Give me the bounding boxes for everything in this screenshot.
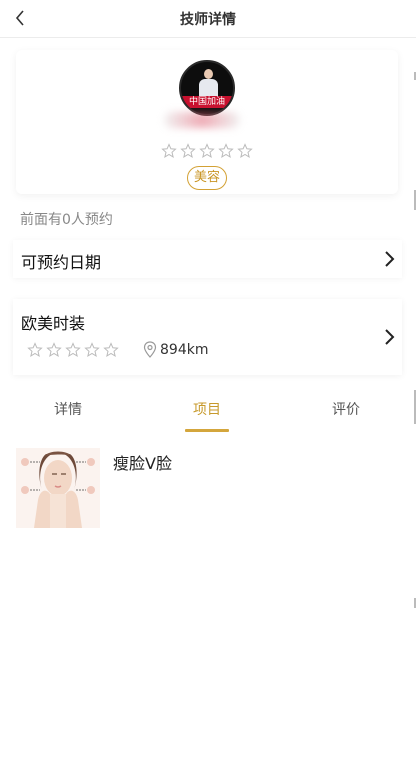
star-icon [237, 143, 253, 158]
nav-bar: 技师详情 [0, 0, 416, 38]
star-icon [180, 143, 196, 158]
star-icon [218, 143, 234, 158]
queue-status: 前面有0人预约 [20, 212, 113, 228]
distance-value: 894km [160, 341, 209, 358]
tab-reviews[interactable]: 评价 [332, 399, 360, 419]
star-icon [27, 342, 43, 357]
blurred-technician-name [164, 112, 240, 128]
shop-card[interactable]: 欧美时装 894km [13, 299, 402, 375]
avatar-figure-head [204, 69, 213, 79]
project-item[interactable]: 瘦脸V脸 [16, 448, 396, 528]
location-pin-icon [143, 341, 157, 358]
face-illustration [16, 448, 100, 528]
chevron-right-icon [385, 329, 395, 345]
star-icon [84, 342, 100, 357]
avatar[interactable]: 中国加油 [179, 60, 235, 116]
star-icon [199, 143, 215, 158]
tab-bar: 详情 项目 评价 [0, 395, 416, 433]
avatar-banner: 中国加油 [181, 96, 233, 108]
active-tab-indicator [185, 429, 229, 432]
available-dates-row[interactable]: 可预约日期 [13, 240, 402, 278]
project-name: 瘦脸V脸 [113, 454, 172, 473]
technician-profile-card: 中国加油 美容 [16, 50, 398, 194]
shop-distance: 894km [143, 341, 208, 358]
technician-rating [161, 143, 253, 159]
tab-details[interactable]: 详情 [54, 399, 82, 419]
chevron-right-icon [385, 251, 395, 267]
shop-rating [27, 342, 119, 358]
category-badge: 美容 [187, 166, 227, 190]
shop-name: 欧美时装 [21, 314, 86, 333]
project-thumbnail [16, 448, 100, 528]
page-title: 技师详情 [180, 12, 236, 28]
star-icon [161, 143, 177, 158]
star-icon [65, 342, 81, 357]
tab-projects[interactable]: 项目 [193, 399, 221, 419]
available-dates-label: 可预约日期 [21, 253, 102, 272]
star-icon [103, 342, 119, 357]
star-icon [46, 342, 62, 357]
